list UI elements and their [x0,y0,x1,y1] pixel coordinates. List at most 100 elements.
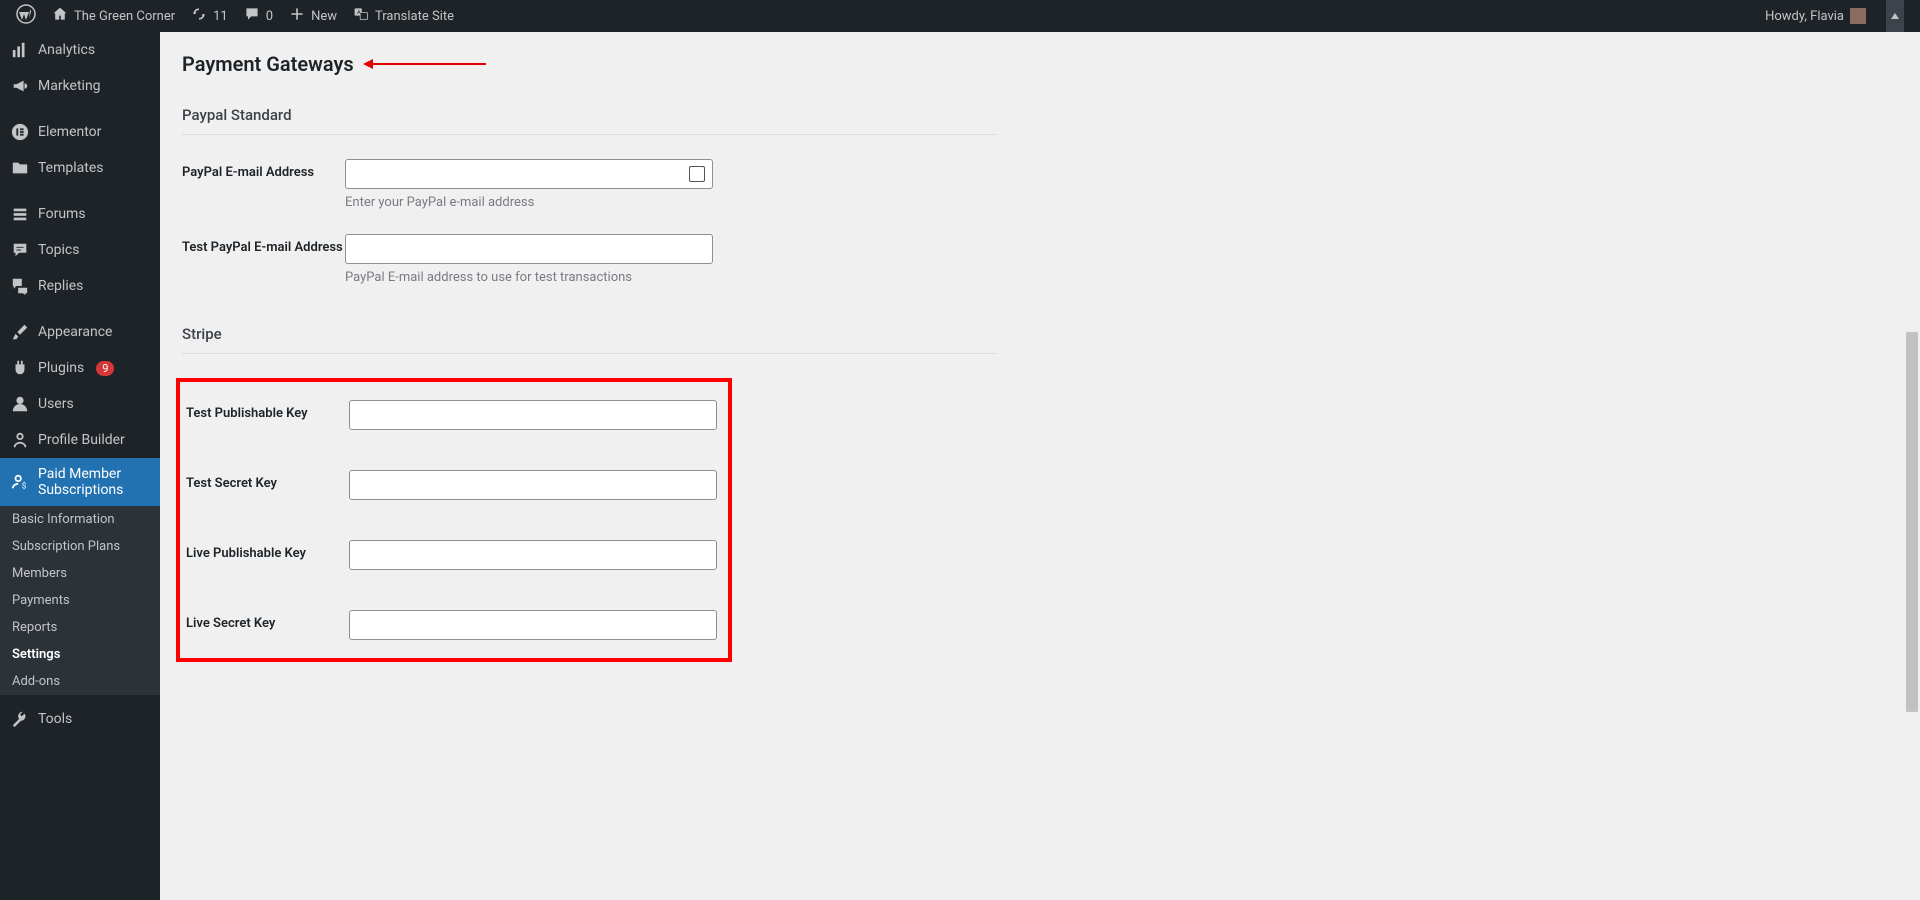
paypal-email-desc: Enter your PayPal e-mail address [345,195,713,210]
paypal-email-input[interactable] [345,159,713,189]
profile-icon [10,430,30,450]
stripe-live-secret-row: Live Secret Key [186,610,728,640]
translate-label: Translate Site [375,9,454,24]
submenu-reports[interactable]: Reports [0,614,160,641]
sidebar-item-topics[interactable]: Topics [0,232,160,268]
home-icon [52,6,68,26]
sidebar-item-tools[interactable]: Tools [0,701,160,737]
howdy-text: Howdy, Flavia [1765,9,1844,24]
comments-link[interactable]: 0 [236,0,281,32]
sidebar-item-templates[interactable]: Templates [0,150,160,186]
main-content: Payment Gateways Paypal Standard PayPal … [160,32,1904,900]
sidebar-item-marketing[interactable]: Marketing [0,68,160,104]
paypal-test-email-desc: PayPal E-mail address to use for test tr… [345,270,713,285]
translate-icon: A [353,6,369,26]
sidebar-submenu: Basic Information Subscription Plans Mem… [0,506,160,695]
wordpress-icon [16,4,36,28]
submenu-settings[interactable]: Settings [0,641,160,668]
scrollbar-thumb[interactable] [1906,332,1918,712]
submenu-members[interactable]: Members [0,560,160,587]
forums-icon [10,204,30,224]
sidebar-item-appearance[interactable]: Appearance [0,314,160,350]
paypal-section-heading: Paypal Standard [182,106,997,135]
wp-logo[interactable] [8,0,44,32]
svg-text:$: $ [22,480,27,490]
admin-sidebar: Analytics Marketing Elementor Templates … [0,32,160,900]
paypal-test-email-row: Test PayPal E-mail Address PayPal E-mail… [182,234,1882,285]
sidebar-item-label: Plugins [38,360,84,376]
sidebar-item-label: Replies [38,278,83,294]
brush-icon [10,322,30,342]
stripe-test-secret-input[interactable] [349,470,717,500]
megaphone-icon [10,76,30,96]
replies-icon [10,276,30,296]
admin-toolbar-right: Howdy, Flavia [1757,0,1912,32]
sidebar-item-label: Templates [38,160,104,176]
submenu-subscription-plans[interactable]: Subscription Plans [0,533,160,560]
comments-count: 0 [266,9,273,24]
stripe-section-heading: Stripe [182,325,997,354]
sidebar-item-plugins[interactable]: Plugins 9 [0,350,160,386]
sidebar-item-label: Forums [38,206,86,222]
sidebar-item-forums[interactable]: Forums [0,196,160,232]
wrench-icon [10,709,30,729]
sidebar-item-label: Appearance [38,324,112,340]
account-link[interactable]: Howdy, Flavia [1757,0,1874,32]
plugin-updates-badge: 9 [96,361,114,376]
stripe-live-secret-label: Live Secret Key [186,610,349,631]
plugin-icon [10,358,30,378]
sidebar-item-label: Users [38,396,74,412]
page-title-row: Payment Gateways [182,52,1882,76]
collapse-button[interactable] [1886,0,1904,32]
site-name-link[interactable]: The Green Corner [44,0,183,32]
stripe-test-pub-row: Test Publishable Key [186,400,728,430]
sidebar-item-label: Paid Member Subscriptions [38,466,150,498]
admin-toolbar-left: The Green Corner 11 0 New A Translate Si… [8,0,462,32]
plus-icon [289,6,305,26]
updates-count: 11 [213,9,228,24]
triangle-up-icon [1890,11,1900,21]
comment-icon [244,6,260,26]
stripe-live-pub-input[interactable] [349,540,717,570]
translate-link[interactable]: A Translate Site [345,0,462,32]
stripe-test-secret-row: Test Secret Key [186,470,728,500]
paypal-email-label: PayPal E-mail Address [182,159,345,180]
sidebar-item-label: Tools [38,711,72,727]
stripe-test-pub-input[interactable] [349,400,717,430]
sidebar-item-label: Analytics [38,42,95,58]
updates-link[interactable]: 11 [183,0,236,32]
paypal-test-email-input[interactable] [345,234,713,264]
stripe-test-secret-label: Test Secret Key [186,470,349,491]
sidebar-item-label: Profile Builder [38,432,125,448]
stripe-live-pub-row: Live Publishable Key [186,540,728,570]
paypal-email-row: PayPal E-mail Address Enter your PayPal … [182,159,1882,210]
topics-icon [10,240,30,260]
arrow-annotation [366,63,486,65]
user-icon [10,394,30,414]
scrollbar-track[interactable] [1904,32,1920,900]
submenu-addons[interactable]: Add-ons [0,668,160,695]
new-content-link[interactable]: New [281,0,345,32]
submenu-basic-info[interactable]: Basic Information [0,506,160,533]
stripe-highlight-box: Test Publishable Key Test Secret Key Liv… [176,378,732,662]
stripe-test-pub-label: Test Publishable Key [186,400,349,421]
elementor-icon [10,122,30,142]
new-label: New [311,9,337,24]
sidebar-item-paid-member-subscriptions[interactable]: $ Paid Member Subscriptions [0,458,160,506]
sidebar-item-label: Marketing [38,78,101,94]
sidebar-item-users[interactable]: Users [0,386,160,422]
page-title: Payment Gateways [182,52,354,76]
sidebar-item-analytics[interactable]: Analytics [0,32,160,68]
paypal-test-email-label: Test PayPal E-mail Address [182,234,345,255]
sidebar-item-replies[interactable]: Replies [0,268,160,304]
sidebar-item-profile-builder[interactable]: Profile Builder [0,422,160,458]
sidebar-item-elementor[interactable]: Elementor [0,114,160,150]
folder-icon [10,158,30,178]
svg-text:A: A [357,10,361,16]
member-dollar-icon: $ [10,472,30,492]
submenu-payments[interactable]: Payments [0,587,160,614]
stripe-live-pub-label: Live Publishable Key [186,540,349,561]
sidebar-item-label: Elementor [38,124,101,140]
stripe-live-secret-input[interactable] [349,610,717,640]
analytics-icon [10,40,30,60]
